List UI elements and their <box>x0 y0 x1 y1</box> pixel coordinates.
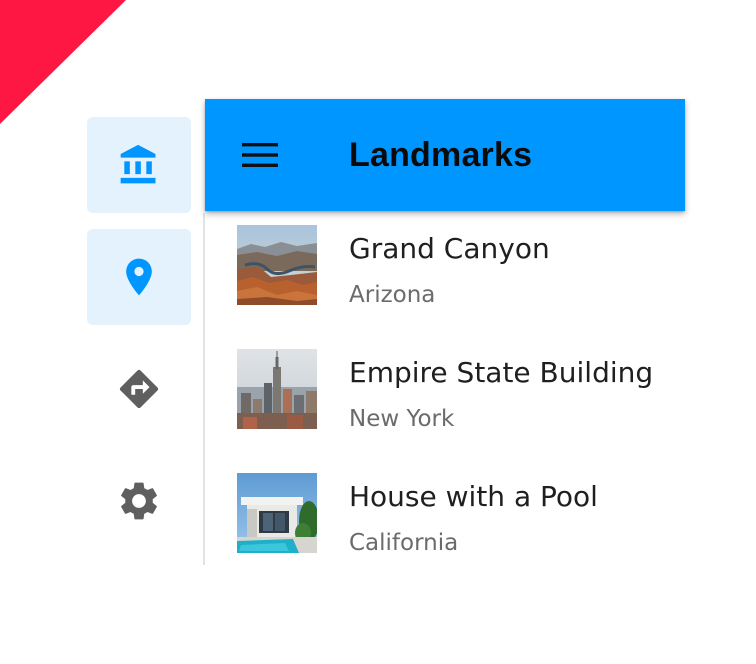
skyline-photo <box>237 349 317 429</box>
corner-ribbon <box>0 0 126 124</box>
list-item[interactable]: House with a Pool California <box>205 461 685 585</box>
list-item[interactable]: Grand Canyon Arizona <box>205 213 685 337</box>
house-photo <box>237 473 317 553</box>
list-item-title: Grand Canyon <box>349 232 550 265</box>
directions-icon <box>119 369 159 409</box>
navigation-rail <box>87 117 191 565</box>
list-item-subtitle: New York <box>349 406 455 432</box>
app-screen: Landmarks Grand Canyon Arizona Empire St… <box>0 0 756 664</box>
list-item[interactable]: Empire State Building New York <box>205 337 685 461</box>
list-item-title: House with a Pool <box>349 480 598 513</box>
list-item-subtitle: California <box>349 530 459 556</box>
menu-icon <box>242 143 278 167</box>
page-title: Landmarks <box>349 136 533 174</box>
gear-icon <box>121 482 157 520</box>
location-pin-icon <box>126 258 152 296</box>
list-item-subtitle: Arizona <box>349 282 436 308</box>
rail-item-landmarks[interactable] <box>87 117 191 213</box>
rail-item-settings[interactable] <box>87 453 191 549</box>
canyon-photo <box>237 225 317 305</box>
rail-item-directions[interactable] <box>87 341 191 437</box>
list-item-title: Empire State Building <box>349 356 654 389</box>
bank-icon <box>120 144 156 184</box>
menu-button[interactable] <box>235 133 285 177</box>
top-app-bar: Landmarks <box>205 99 685 211</box>
landmark-list: Grand Canyon Arizona Empire State Buildi… <box>205 213 685 585</box>
rail-item-places[interactable] <box>87 229 191 325</box>
